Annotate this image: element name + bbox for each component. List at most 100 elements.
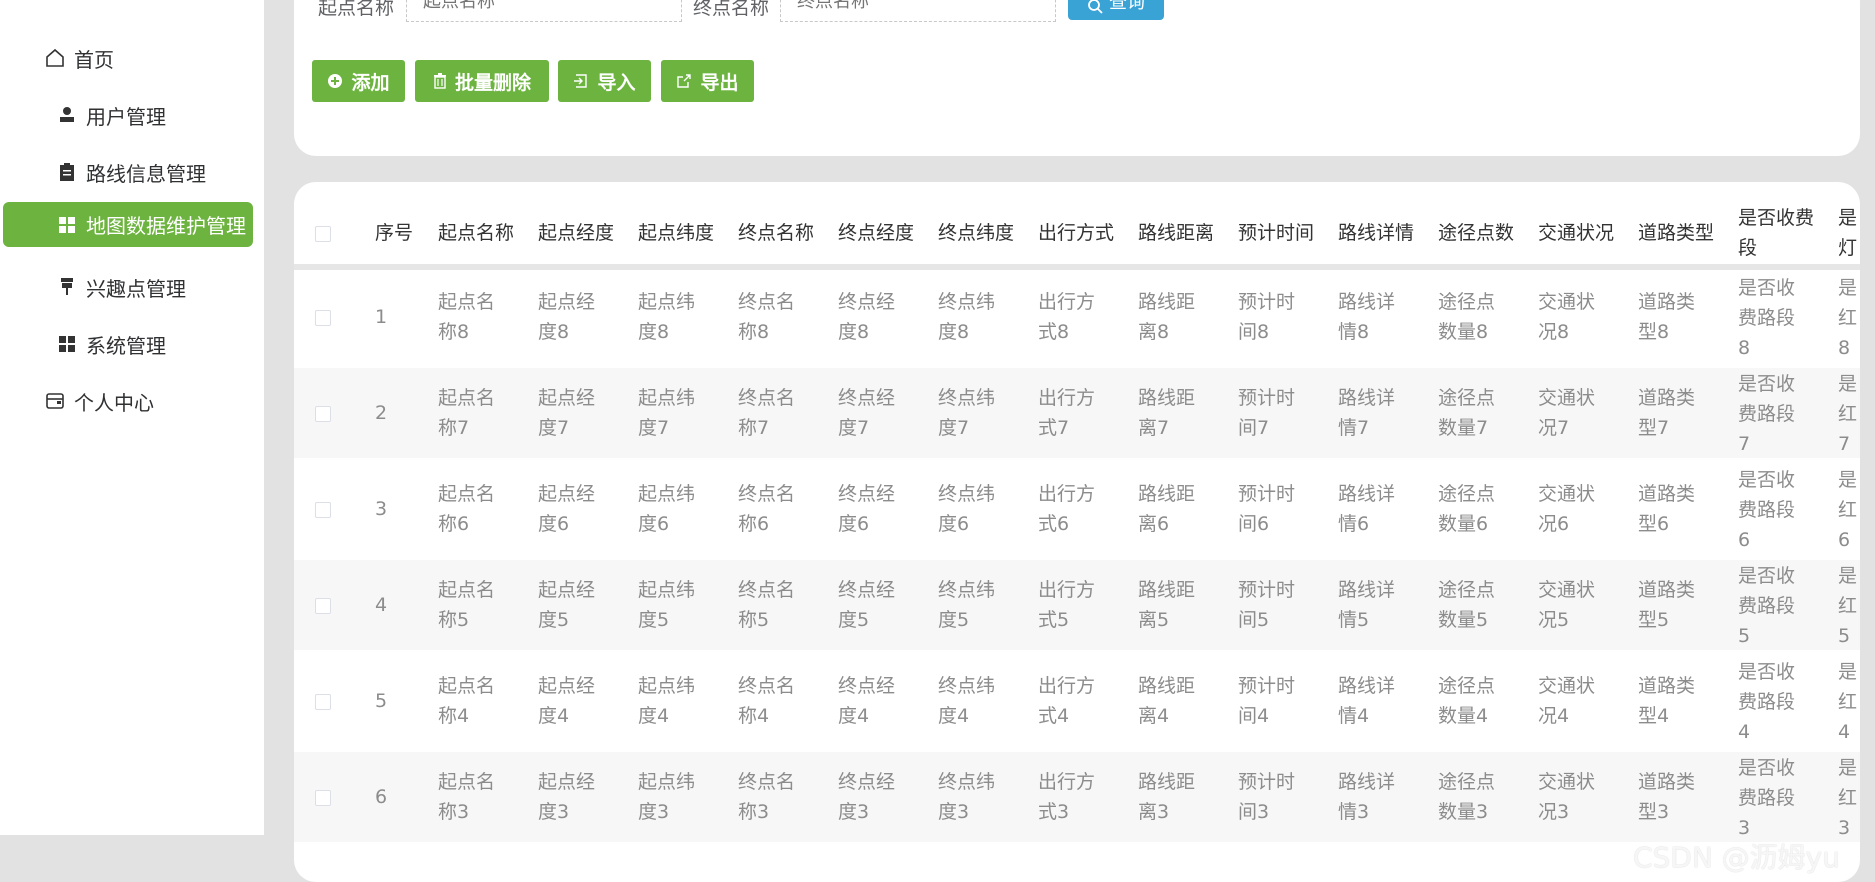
table-cell: 起点经 度8 <box>538 291 596 343</box>
start-name-input[interactable] <box>406 0 682 22</box>
sidebar-item-routes[interactable]: 路线信息管理 <box>56 155 206 189</box>
query-button[interactable]: 查询 <box>1068 0 1164 20</box>
table-cell: 路线详 情6 <box>1338 483 1396 535</box>
row-checkbox[interactable] <box>315 694 331 710</box>
table-row[interactable]: 2 起点名 称7 起点经 度7 起点纬 度7 终点名 称7 终点经 度7 终点纬 度7 出行方 式7 路线距离… <box>294 368 1860 458</box>
row-index: 5 <box>375 690 388 712</box>
table-cell: 路线详 情3 <box>1338 771 1396 823</box>
col-header[interactable]: 途径点数 <box>1438 218 1514 248</box>
table-cell: 路线距 离7 <box>1138 387 1196 439</box>
row-index: 6 <box>375 786 388 808</box>
table-row[interactable]: 6 起点名 称3 起点经 度3 起点纬 度3 终点名 称3 终点经 度3 终点纬 度3 出行方 式3 路线距离… <box>294 752 1860 842</box>
table-cell: 预计时 间5 <box>1238 579 1296 631</box>
batch-delete-button-label: 批量删除 <box>454 71 531 94</box>
table-cell: 终点纬 度6 <box>938 483 996 535</box>
end-name-label: 终点名称 <box>693 0 770 19</box>
batch-delete-button[interactable]: 批量删除 <box>415 60 549 102</box>
row-checkbox[interactable] <box>315 598 331 614</box>
table-cell: 是否收 费路段 8 <box>1738 277 1796 359</box>
sidebar-item-label: 兴趣点管理 <box>86 276 186 301</box>
col-header[interactable]: 是否收费 段 <box>1738 203 1814 263</box>
col-header[interactable]: 终点名称 <box>738 218 814 248</box>
table-cell: 终点纬 度3 <box>938 771 996 823</box>
table-row[interactable]: 1 起点名 称8 起点经 度8 起点纬 度8 终点名 称8 终点经 度8 终点纬 度8 出行方 式8 路线距离… <box>294 272 1860 362</box>
col-header[interactable]: 起点经度 <box>538 218 614 248</box>
table-cell: 是否收 费路段 4 <box>1738 661 1796 743</box>
table-cell: 出行方 式6 <box>1038 483 1096 535</box>
sidebar-item-system[interactable]: 系统管理 <box>56 327 166 361</box>
col-header[interactable]: 是 灯 <box>1838 203 1857 263</box>
import-button[interactable]: 导入 <box>558 60 651 102</box>
grid-icon <box>56 333 78 355</box>
col-header[interactable]: 序号 <box>375 218 413 248</box>
select-all-checkbox[interactable] <box>315 226 331 242</box>
table-cell: 起点纬 度3 <box>638 771 696 823</box>
row-checkbox[interactable] <box>315 790 331 806</box>
sidebar-item-poi[interactable]: 兴趣点管理 <box>56 270 186 304</box>
table-cell: 路线详 情7 <box>1338 387 1396 439</box>
table-cell: 出行方 式8 <box>1038 291 1096 343</box>
search-icon <box>1087 0 1103 14</box>
sidebar-item-profile[interactable]: 个人中心 <box>44 385 154 417</box>
table-cell: 起点名 称5 <box>438 579 496 631</box>
clipboard-icon <box>56 161 78 183</box>
col-header[interactable]: 出行方式 <box>1038 218 1114 248</box>
table-cell: 起点经 度7 <box>538 387 596 439</box>
row-checkbox[interactable] <box>315 502 331 518</box>
wallet-icon <box>44 390 66 412</box>
export-button[interactable]: 导出 <box>661 60 754 102</box>
table-cell: 途径点 数量5 <box>1438 579 1496 631</box>
col-header[interactable]: 路线距离 <box>1138 218 1214 248</box>
col-header[interactable]: 预计时间 <box>1238 218 1314 248</box>
row-checkbox[interactable] <box>315 406 331 422</box>
sidebar-item-map-data[interactable]: 地图数据维护管理 <box>3 202 253 247</box>
table-cell: 途径点 数量4 <box>1438 675 1496 727</box>
table-cell: 是红8 <box>1838 277 1858 359</box>
table-cell: 道路类 型6 <box>1638 483 1696 535</box>
table-cell: 终点名 称8 <box>738 291 796 343</box>
table-cell: 预计时 间6 <box>1238 483 1296 535</box>
table-cell: 交通状 况4 <box>1538 675 1596 727</box>
table-cell: 起点纬 度7 <box>638 387 696 439</box>
row-checkbox[interactable] <box>315 310 331 326</box>
table-cell: 预计时 间7 <box>1238 387 1296 439</box>
home-icon <box>44 47 66 69</box>
table-row[interactable]: 3 起点名 称6 起点经 度6 起点纬 度6 终点名 称6 终点经 度6 终点纬 度6 出行方 式6 路线距离… <box>294 464 1860 554</box>
add-button[interactable]: 添加 <box>312 60 405 102</box>
table-cell: 预计时 间8 <box>1238 291 1296 343</box>
table-cell: 终点名 称3 <box>738 771 796 823</box>
table-cell: 路线距 离3 <box>1138 771 1196 823</box>
sidebar-item-home[interactable]: 首页 <box>44 42 114 74</box>
table-row[interactable]: 4 起点名 称5 起点经 度5 起点纬 度5 终点名 称5 终点经 度5 终点纬 度5 出行方 式5 路线距离… <box>294 560 1860 650</box>
sidebar-item-label: 用户管理 <box>86 104 166 129</box>
table-cell: 是红5 <box>1838 565 1858 647</box>
table-row[interactable]: 5 起点名 称4 起点经 度4 起点纬 度4 终点名 称4 终点经 度4 终点纬 度4 出行方 式4 路线距离… <box>294 656 1860 746</box>
table-cell: 路线详 情4 <box>1338 675 1396 727</box>
col-header[interactable]: 起点纬度 <box>638 218 714 248</box>
table-cell: 起点名 称7 <box>438 387 496 439</box>
table-cell: 路线距 离4 <box>1138 675 1196 727</box>
col-header[interactable]: 终点纬度 <box>938 218 1014 248</box>
table-cell: 路线距 离5 <box>1138 579 1196 631</box>
end-name-input[interactable] <box>780 0 1056 22</box>
table-cell: 终点名 称6 <box>738 483 796 535</box>
table-cell: 出行方 式7 <box>1038 387 1096 439</box>
table-cell: 道路类 型4 <box>1638 675 1696 727</box>
col-header[interactable]: 交通状况 <box>1538 218 1614 248</box>
col-header[interactable]: 起点名称 <box>438 218 514 248</box>
grid-icon <box>56 214 78 236</box>
table-cell: 路线距 离6 <box>1138 483 1196 535</box>
table-cell: 路线详 情8 <box>1338 291 1396 343</box>
table-cell: 终点经 度3 <box>838 771 896 823</box>
start-name-label: 起点名称 <box>318 0 395 19</box>
table-cell: 途径点 数量8 <box>1438 291 1496 343</box>
table-cell: 终点纬 度8 <box>938 291 996 343</box>
col-header[interactable]: 终点经度 <box>838 218 914 248</box>
table-cell: 道路类 型7 <box>1638 387 1696 439</box>
sidebar-item-users[interactable]: 用户管理 <box>56 98 166 132</box>
col-header[interactable]: 路线详情 <box>1338 218 1414 248</box>
sidebar-item-label: 个人中心 <box>74 390 154 415</box>
table-cell: 途径点 数量7 <box>1438 387 1496 439</box>
col-header[interactable]: 道路类型 <box>1638 218 1714 248</box>
table-cell: 终点名 称5 <box>738 579 796 631</box>
